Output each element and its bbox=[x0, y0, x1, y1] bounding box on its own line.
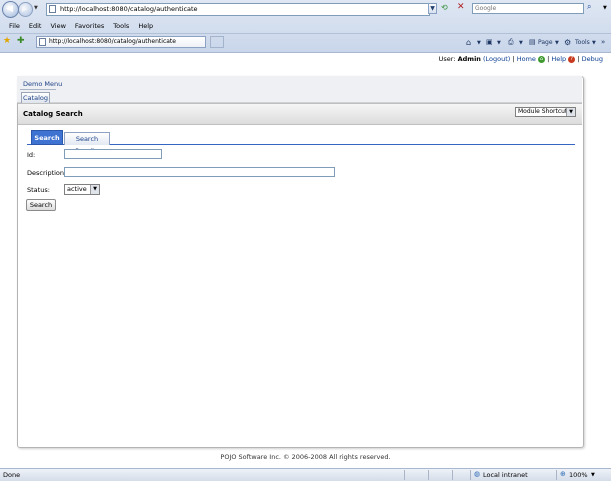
debug-link[interactable]: Debug bbox=[582, 55, 603, 63]
home-link-icon[interactable]: ⌂ bbox=[537, 55, 545, 63]
section-header bbox=[18, 103, 582, 125]
status-divider bbox=[452, 470, 453, 480]
status-text: Done bbox=[3, 471, 21, 479]
status-divider bbox=[404, 470, 405, 480]
status-divider bbox=[556, 470, 557, 480]
address-text: http://localhost:8080/catalog/authentica… bbox=[60, 5, 198, 13]
logout-link[interactable]: (Logout) bbox=[483, 55, 510, 63]
status-divider bbox=[428, 470, 429, 480]
tools-gear-icon: ⚙ bbox=[564, 38, 572, 47]
zoom-dropdown-icon[interactable]: ▼ bbox=[591, 472, 595, 478]
separator: | bbox=[512, 55, 515, 63]
status-select[interactable]: active ▼ bbox=[64, 184, 100, 195]
zoom-level[interactable]: 100% bbox=[569, 471, 588, 479]
page-icon bbox=[49, 5, 56, 13]
status-value: active bbox=[67, 185, 87, 193]
id-label: Id: bbox=[27, 151, 36, 159]
zone-text: Local intranet bbox=[483, 471, 528, 479]
user-prefix: User: bbox=[438, 55, 456, 63]
page-dropdown-icon[interactable]: ▼ bbox=[555, 40, 559, 46]
demo-menu-link[interactable]: Demo Menu bbox=[23, 80, 62, 88]
tab-title: http://localhost:8080/catalog/authentica… bbox=[49, 38, 176, 45]
favorites-star-icon[interactable]: ★ bbox=[3, 36, 11, 46]
toolbar-divider bbox=[0, 33, 611, 34]
address-bar[interactable]: http://localhost:8080/catalog/authentica… bbox=[46, 3, 430, 16]
id-input[interactable] bbox=[64, 149, 162, 159]
chevron-down-icon: ▼ bbox=[566, 108, 575, 116]
history-dropdown-icon[interactable]: ▼ bbox=[34, 5, 38, 11]
status-label: Status: bbox=[27, 186, 50, 194]
chevron-down-icon: ▼ bbox=[90, 185, 99, 194]
browser-status-bar: Done ◍ Local intranet ⊕ 100% ▼ bbox=[0, 468, 611, 481]
tab-search[interactable]: Search bbox=[31, 130, 63, 145]
print-icon[interactable]: ⎙ bbox=[508, 38, 514, 47]
help-icon[interactable]: ? bbox=[568, 55, 576, 63]
home-link[interactable]: Home bbox=[517, 55, 536, 63]
address-dropdown-button[interactable]: ▼ bbox=[428, 3, 437, 14]
user-name: Admin bbox=[457, 55, 481, 63]
home-dropdown-icon[interactable]: ▼ bbox=[477, 40, 481, 46]
page-menu[interactable]: Page bbox=[538, 39, 553, 46]
module-shortcuts-select[interactable]: Module Shortcuts ▼ bbox=[515, 107, 576, 117]
browser-tab[interactable]: http://localhost:8080/catalog/authentica… bbox=[36, 36, 206, 48]
search-button[interactable]: Search bbox=[26, 199, 56, 211]
back-arrow-icon: ◀ bbox=[6, 4, 13, 14]
module-shortcuts-value: Module Shortcuts bbox=[518, 108, 571, 115]
description-input[interactable] bbox=[64, 167, 335, 177]
tab-page-icon bbox=[39, 38, 46, 46]
menu-bar: File Edit View Favorites Tools Help bbox=[9, 22, 162, 30]
zoom-icon: ⊕ bbox=[560, 470, 566, 478]
feeds-dropdown-icon[interactable]: ▼ bbox=[497, 40, 501, 46]
print-dropdown-icon[interactable]: ▼ bbox=[519, 40, 523, 46]
catalog-menu-tab[interactable]: Catalog bbox=[21, 92, 50, 103]
tab-search-results[interactable]: Search Results bbox=[64, 132, 110, 155]
search-go-icon[interactable]: ⌕ bbox=[587, 2, 591, 12]
menu-favorites[interactable]: Favorites bbox=[75, 22, 104, 30]
menu-help[interactable]: Help bbox=[138, 22, 153, 30]
back-button[interactable]: ◀ bbox=[2, 1, 19, 18]
feeds-icon[interactable]: ▣ bbox=[486, 38, 493, 46]
globe-icon: ◍ bbox=[474, 470, 481, 478]
search-box[interactable] bbox=[472, 3, 584, 14]
refresh-icon[interactable]: ⟲ bbox=[441, 3, 448, 12]
home-icon[interactable]: ⌂ bbox=[466, 38, 471, 47]
search-input[interactable] bbox=[473, 4, 577, 13]
menu-file[interactable]: File bbox=[9, 22, 20, 30]
menu-tools[interactable]: Tools bbox=[113, 22, 129, 30]
tools-dropdown-icon[interactable]: ▼ bbox=[592, 40, 596, 46]
menu-underline bbox=[20, 89, 56, 90]
stop-icon[interactable]: ✕ bbox=[457, 2, 465, 12]
footer-copyright: POJO Software Inc. © 2006-2008 All right… bbox=[220, 453, 391, 461]
menu-view[interactable]: View bbox=[50, 22, 65, 30]
search-options-icon[interactable]: ▼ bbox=[603, 5, 607, 11]
page-menu-icon: ▤ bbox=[529, 38, 536, 46]
chevron-right-icon[interactable]: » bbox=[601, 38, 605, 46]
module-menu-bar bbox=[17, 76, 582, 103]
help-link[interactable]: Help bbox=[551, 55, 566, 63]
tools-menu[interactable]: Tools bbox=[575, 39, 590, 46]
separator: | bbox=[547, 55, 550, 63]
forward-button[interactable]: ▶ bbox=[18, 2, 33, 17]
menu-edit[interactable]: Edit bbox=[29, 22, 42, 30]
forward-arrow-icon: ▶ bbox=[22, 5, 28, 13]
page-title: Catalog Search bbox=[23, 110, 83, 118]
description-label: Description: bbox=[27, 169, 67, 177]
separator: | bbox=[577, 55, 580, 63]
user-bar: User: Admin (Logout) | Home ⌂ | Help ? |… bbox=[0, 53, 611, 64]
new-tab-button[interactable] bbox=[210, 36, 224, 48]
add-favorite-icon[interactable]: ✚ bbox=[17, 36, 25, 46]
status-divider bbox=[470, 470, 471, 480]
